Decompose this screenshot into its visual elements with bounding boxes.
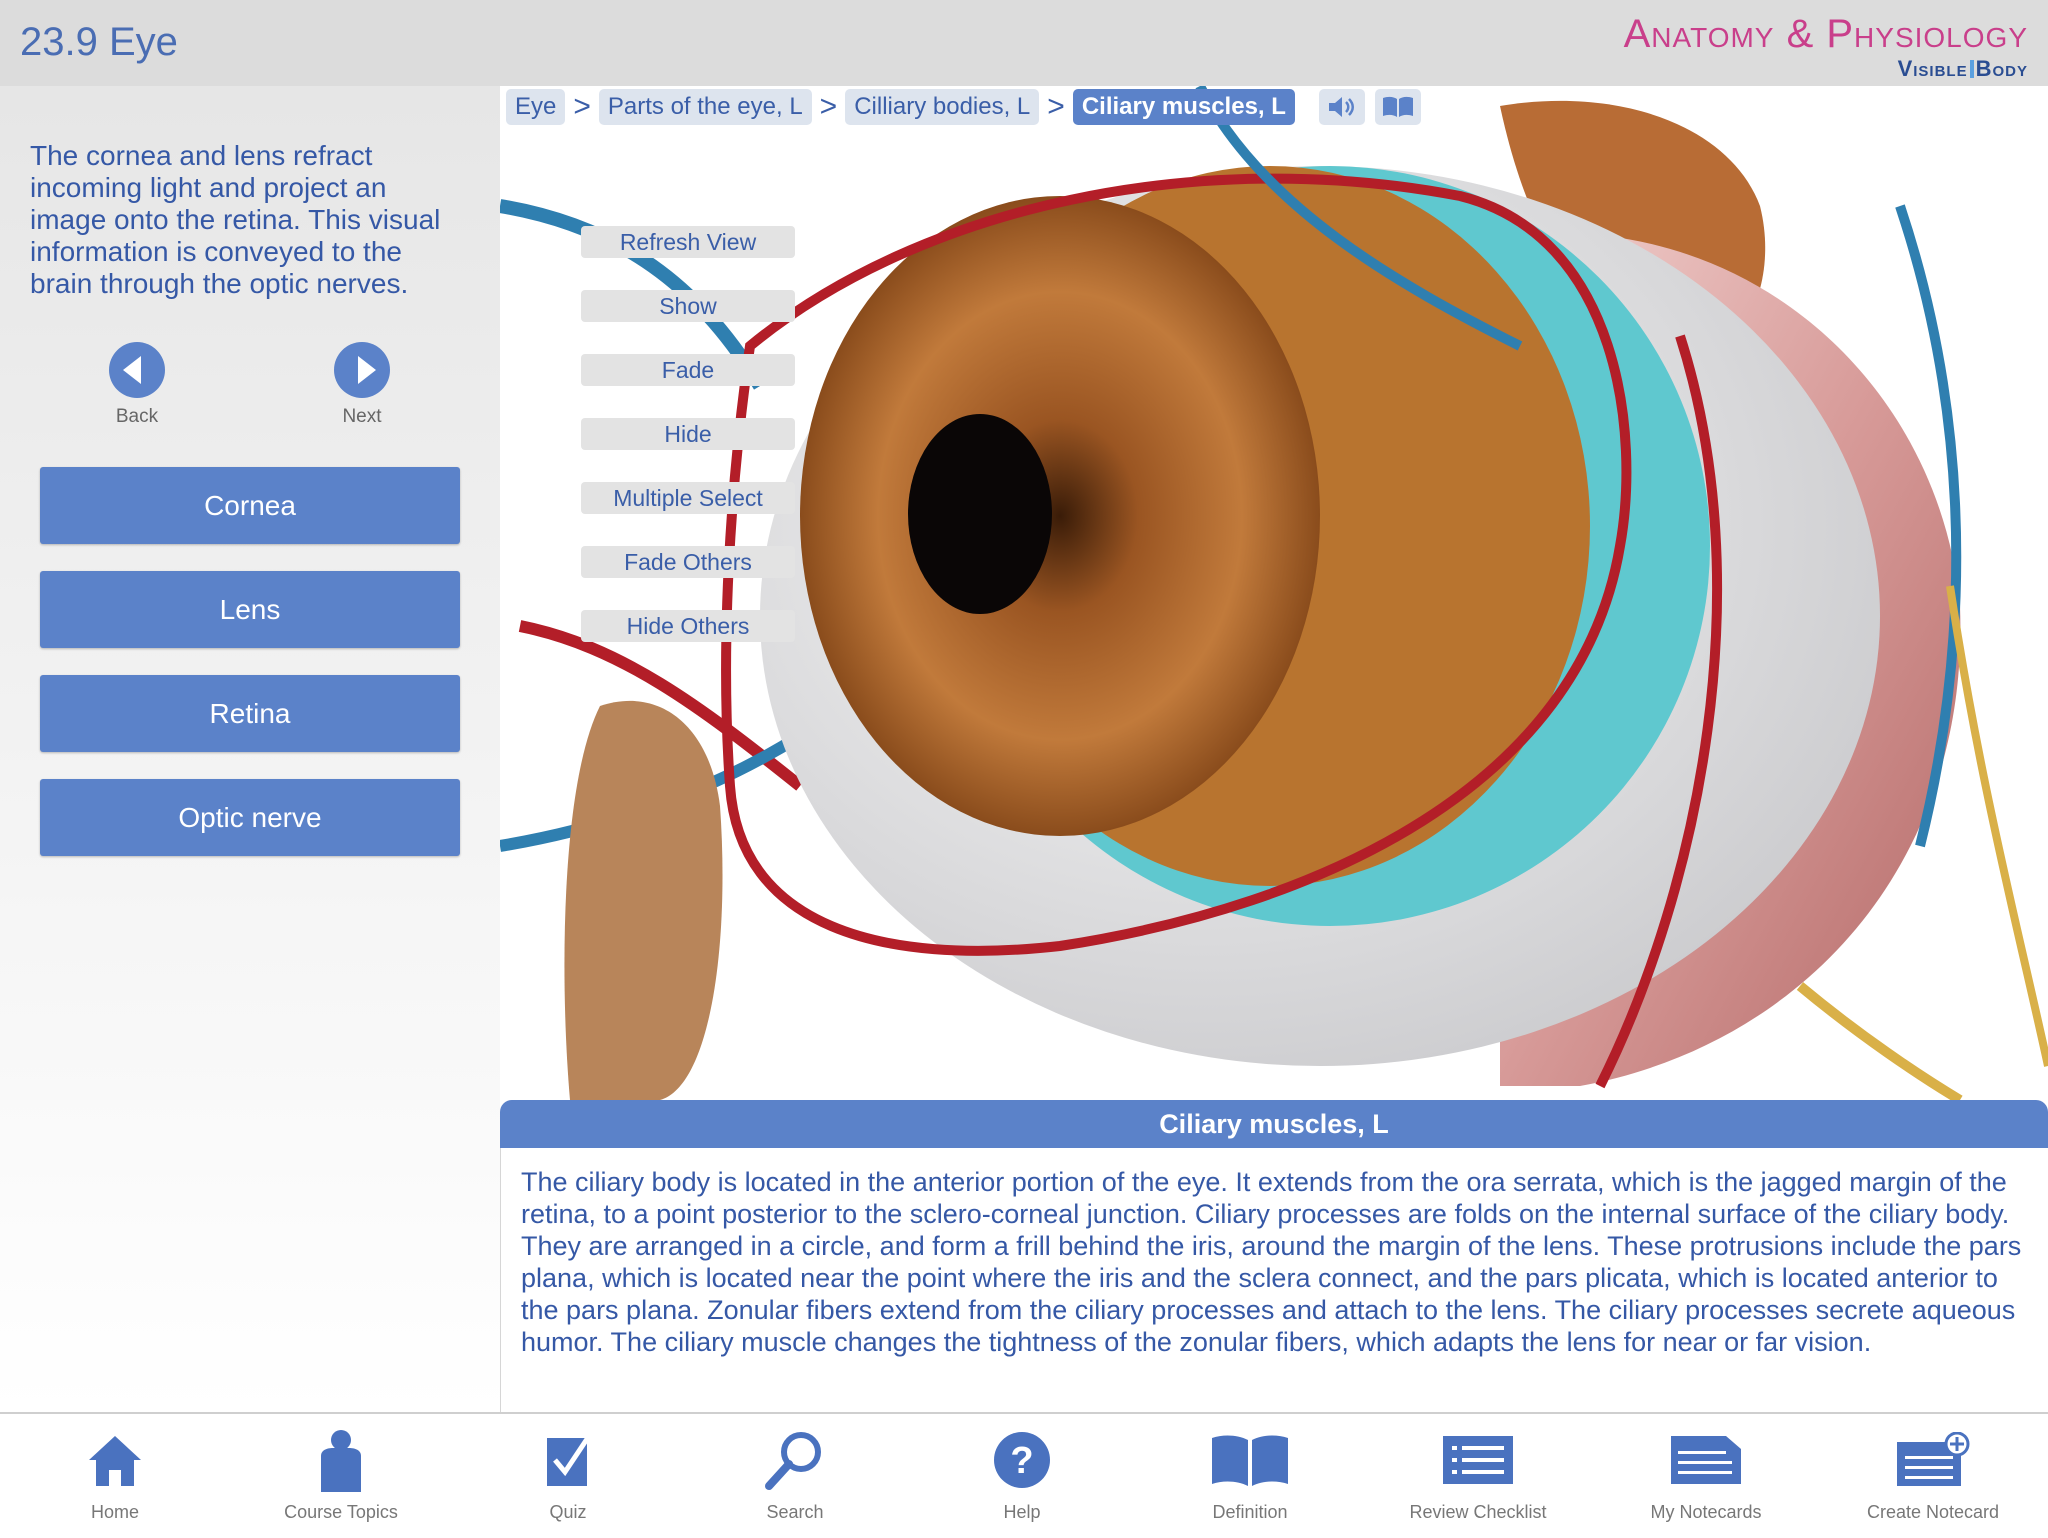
- checklist-icon: [1378, 1428, 1578, 1492]
- topic-lens-button[interactable]: Lens: [40, 571, 460, 648]
- tab-quiz[interactable]: Quiz: [468, 1428, 668, 1523]
- back-arrow-icon: [109, 342, 165, 398]
- hide-others-button[interactable]: Hide Others: [581, 610, 795, 642]
- tab-search-label: Search: [766, 1502, 824, 1522]
- book-icon: [1382, 96, 1413, 117]
- tab-home-label: Home: [90, 1502, 139, 1522]
- next-button[interactable]: Next: [317, 342, 407, 428]
- breadcrumb-separator: >: [573, 90, 591, 123]
- book-button[interactable]: [1374, 89, 1421, 125]
- anatomy-3d-viewer[interactable]: Eye > Parts of the eye, L > Cilliary bod…: [500, 86, 2048, 1100]
- audio-button[interactable]: [1318, 89, 1365, 125]
- open-book-icon: [1150, 1428, 1350, 1492]
- tab-quiz-label: Quiz: [549, 1502, 587, 1522]
- intro-text: The cornea and lens refract incoming lig…: [30, 140, 441, 299]
- tab-home[interactable]: Home: [15, 1428, 215, 1523]
- brand-title: Anatomy & Physiology: [1623, 12, 2028, 56]
- search-icon: [695, 1428, 895, 1492]
- add-notecard-icon: [1833, 1428, 2033, 1492]
- speaker-icon: [1328, 97, 1354, 117]
- question-icon: ?: [922, 1428, 1122, 1492]
- checkbox-icon: [468, 1428, 668, 1492]
- tab-create-notecard[interactable]: Create Notecard: [1833, 1428, 2033, 1523]
- tab-review-checklist-label: Review Checklist: [1409, 1502, 1547, 1522]
- show-button[interactable]: Show: [581, 290, 795, 322]
- breadcrumb-ciliary-bodies[interactable]: Cilliary bodies, L: [845, 89, 1040, 125]
- tab-help[interactable]: ? Help: [922, 1428, 1122, 1523]
- next-arrow-icon: [334, 342, 390, 398]
- tab-my-notecards-label: My Notecards: [1650, 1502, 1762, 1522]
- tab-my-notecards[interactable]: My Notecards: [1606, 1428, 1806, 1523]
- next-label: Next: [342, 406, 382, 427]
- breadcrumb-eye[interactable]: Eye: [506, 89, 566, 125]
- breadcrumb: Eye > Parts of the eye, L > Cilliary bod…: [506, 88, 1421, 126]
- page-title: 23.9 Eye: [20, 20, 178, 64]
- back-button[interactable]: Back: [92, 342, 182, 428]
- tab-help-label: Help: [1003, 1502, 1041, 1522]
- top-header: 23.9 Eye Anatomy & Physiology Visible Bod…: [0, 0, 2048, 86]
- multiple-select-button[interactable]: Multiple Select: [581, 482, 795, 514]
- brand-subtitle: Visible Body: [1624, 56, 2028, 82]
- notecard-icon: [1606, 1428, 1806, 1492]
- topic-cornea-button[interactable]: Cornea: [40, 467, 460, 544]
- detail-panel[interactable]: The ciliary body is located in the anter…: [500, 1148, 2048, 1412]
- tab-create-notecard-label: Create Notecard: [1866, 1502, 2000, 1522]
- breadcrumb-ciliary-muscles[interactable]: Ciliary muscles, L: [1072, 89, 1295, 125]
- tab-review-checklist[interactable]: Review Checklist: [1378, 1428, 1578, 1523]
- left-sidebar: The cornea and lens refract incoming lig…: [0, 86, 500, 1412]
- detail-title: Ciliary muscles, L: [500, 1100, 2048, 1148]
- hide-button[interactable]: Hide: [581, 418, 795, 450]
- breadcrumb-separator: >: [1047, 90, 1065, 123]
- home-icon: [15, 1428, 215, 1492]
- topic-retina-button[interactable]: Retina: [40, 675, 460, 752]
- bottom-tab-bar: Home Course Topics Quiz Search ? Help De…: [0, 1412, 2048, 1538]
- topic-optic-nerve-button[interactable]: Optic nerve: [40, 779, 460, 856]
- back-label: Back: [115, 406, 159, 427]
- brand-figure-icon: [1969, 60, 1974, 78]
- detail-description: The ciliary body is located in the anter…: [521, 1167, 2022, 1357]
- svg-text:?: ?: [1010, 1440, 1033, 1482]
- person-icon: [241, 1428, 441, 1492]
- breadcrumb-separator: >: [819, 90, 838, 123]
- fade-button[interactable]: Fade: [581, 354, 795, 386]
- tab-definition-label: Definition: [1212, 1502, 1288, 1522]
- brand-logo: Anatomy & Physiology Visible Body: [1624, 12, 2028, 82]
- tab-course-topics[interactable]: Course Topics: [241, 1428, 441, 1523]
- brand-word-body: Body: [1975, 56, 2028, 81]
- brand-word-visible: Visible: [1897, 56, 1968, 81]
- tab-course-topics-label: Course Topics: [284, 1502, 398, 1522]
- tab-search[interactable]: Search: [695, 1428, 895, 1523]
- tab-definition[interactable]: Definition: [1150, 1428, 1350, 1523]
- breadcrumb-parts-of-eye[interactable]: Parts of the eye, L: [598, 89, 812, 125]
- fade-others-button[interactable]: Fade Others: [581, 546, 795, 578]
- refresh-view-button[interactable]: Refresh View: [581, 226, 795, 258]
